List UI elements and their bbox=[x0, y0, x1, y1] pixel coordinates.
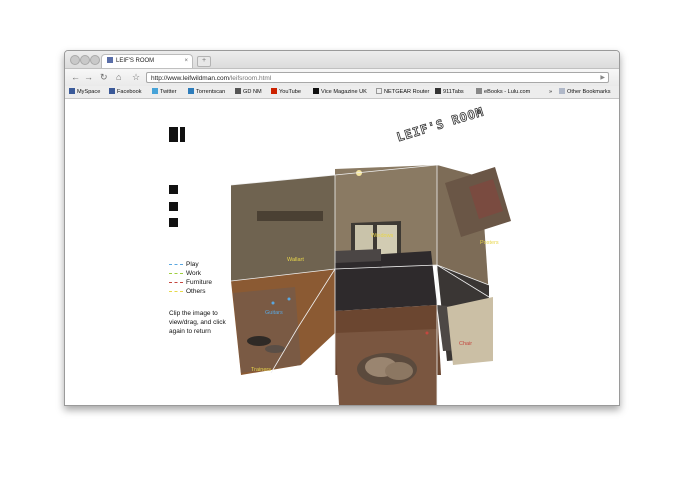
room-label-guitars[interactable]: Guitars bbox=[265, 310, 283, 316]
legend-label: Work bbox=[186, 270, 202, 277]
legend-label: Furniture bbox=[186, 279, 213, 286]
url-host: http://www.leifwildman.com bbox=[151, 75, 230, 82]
nav-square-icon[interactable] bbox=[169, 202, 178, 211]
minimize-window-icon[interactable] bbox=[80, 55, 90, 65]
room-label-chair[interactable]: Chair bbox=[459, 341, 472, 347]
bookmark-vice-magazine[interactable]: Vice Magazine UK bbox=[313, 86, 367, 98]
bookmark-label: YouTube bbox=[279, 89, 301, 95]
bookmarks-bar: MySpace Facebook Twitter Torrentscan GD … bbox=[65, 86, 619, 99]
go-arrow-icon[interactable]: ▶ bbox=[600, 73, 605, 84]
room-photo-collage[interactable] bbox=[231, 165, 523, 406]
bookmark-label: NETGEAR Router bbox=[384, 89, 430, 95]
tab-leifs-room[interactable]: LEIF'S ROOM × bbox=[101, 54, 193, 68]
legend-item-play: Play bbox=[169, 260, 212, 269]
torrentscan-icon bbox=[188, 88, 194, 94]
instructions-text: Clip the image to view/drag, and click a… bbox=[169, 310, 226, 335]
legend-line bbox=[169, 263, 183, 265]
nav-square-icon[interactable] bbox=[169, 185, 178, 194]
address-bar[interactable]: http://www.leifwildman.com/leifsroom.htm… bbox=[146, 72, 609, 83]
back-button[interactable]: ← bbox=[71, 72, 80, 82]
bookmark-911tabs[interactable]: 911Tabs bbox=[435, 86, 464, 98]
other-bookmarks-folder[interactable]: Other Bookmarks bbox=[559, 86, 611, 98]
page-icon bbox=[376, 88, 382, 94]
bookmark-gd-nm[interactable]: GD NM bbox=[235, 86, 262, 98]
bookmark-star-icon[interactable]: ☆ bbox=[132, 72, 140, 82]
room-label-wallart[interactable]: Wallart bbox=[287, 257, 304, 263]
legend-line bbox=[169, 290, 183, 292]
page-favicon-icon bbox=[107, 57, 113, 63]
forward-button[interactable]: → bbox=[84, 72, 93, 82]
myspace-icon bbox=[69, 88, 75, 94]
bookmark-torrentscan[interactable]: Torrentscan bbox=[188, 86, 225, 98]
legend-line bbox=[169, 281, 183, 283]
legend-label: Others bbox=[186, 288, 206, 295]
page-content: Play Work Furniture Others Clip the imag… bbox=[65, 99, 619, 405]
legend-line bbox=[169, 272, 183, 274]
bookmark-label: GD NM bbox=[243, 89, 262, 95]
other-bookmarks-label: Other Bookmarks bbox=[567, 89, 611, 95]
close-window-icon[interactable] bbox=[70, 55, 80, 65]
guitar-icon bbox=[435, 88, 441, 94]
bookmark-label: MySpace bbox=[77, 89, 101, 95]
site-logo-icon bbox=[169, 127, 185, 142]
bookmark-netgear-router[interactable]: NETGEAR Router bbox=[376, 86, 429, 98]
bookmark-label: Twitter bbox=[160, 89, 177, 95]
legend: Play Work Furniture Others bbox=[169, 260, 212, 296]
bookmarks-overflow-button[interactable]: » bbox=[549, 86, 552, 98]
room-label-posters[interactable]: Posters bbox=[480, 240, 499, 246]
bookmark-label: Torrentscan bbox=[196, 89, 226, 95]
bookmark-facebook[interactable]: Facebook bbox=[109, 86, 142, 98]
tab-close-icon[interactable]: × bbox=[184, 55, 188, 68]
twitter-icon bbox=[152, 88, 158, 94]
bookmark-label: eBooks - Lulu.com bbox=[484, 89, 531, 95]
bookmark-ebooks-lulu[interactable]: eBooks - Lulu.com bbox=[476, 86, 530, 98]
browser-window: LEIF'S ROOM × + ← → ↻ ⌂ ☆ http://www.lei… bbox=[64, 50, 620, 406]
folder-icon bbox=[559, 88, 565, 94]
home-button[interactable]: ⌂ bbox=[116, 72, 121, 82]
new-tab-button[interactable]: + bbox=[197, 56, 211, 67]
room-label-windows[interactable]: Windows bbox=[371, 233, 393, 239]
room-heading-logo: LEIF'S ROOM bbox=[395, 104, 486, 145]
legend-label: Play bbox=[186, 261, 199, 268]
tab-strip: LEIF'S ROOM × + bbox=[65, 51, 619, 69]
nav-square-icon[interactable] bbox=[169, 218, 178, 227]
gd-nm-icon bbox=[235, 88, 241, 94]
reload-button[interactable]: ↻ bbox=[100, 72, 108, 82]
youtube-icon bbox=[271, 88, 277, 94]
bookmark-youtube[interactable]: YouTube bbox=[271, 86, 301, 98]
bookmark-label: 911Tabs bbox=[443, 89, 464, 95]
legend-item-work: Work bbox=[169, 269, 212, 278]
legend-item-furniture: Furniture bbox=[169, 278, 212, 287]
bookmark-label: Facebook bbox=[117, 89, 142, 95]
tab-title: LEIF'S ROOM bbox=[116, 58, 155, 64]
browser-toolbar: ← → ↻ ⌂ ☆ http://www.leifwildman.com/lei… bbox=[65, 69, 619, 86]
bookmark-label: Vice Magazine UK bbox=[321, 89, 367, 95]
bookmark-twitter[interactable]: Twitter bbox=[152, 86, 176, 98]
room-collage[interactable]: Windows Posters Wallart Guitars Chair Tr… bbox=[231, 165, 523, 406]
legend-item-others: Others bbox=[169, 287, 212, 296]
room-label-trainers[interactable]: Trainers bbox=[251, 367, 271, 373]
zoom-window-icon[interactable] bbox=[90, 55, 100, 65]
bookmark-myspace[interactable]: MySpace bbox=[69, 86, 100, 98]
vice-icon bbox=[313, 88, 319, 94]
facebook-icon bbox=[109, 88, 115, 94]
url-path: /leifsroom.html bbox=[229, 75, 272, 82]
lulu-icon bbox=[476, 88, 482, 94]
